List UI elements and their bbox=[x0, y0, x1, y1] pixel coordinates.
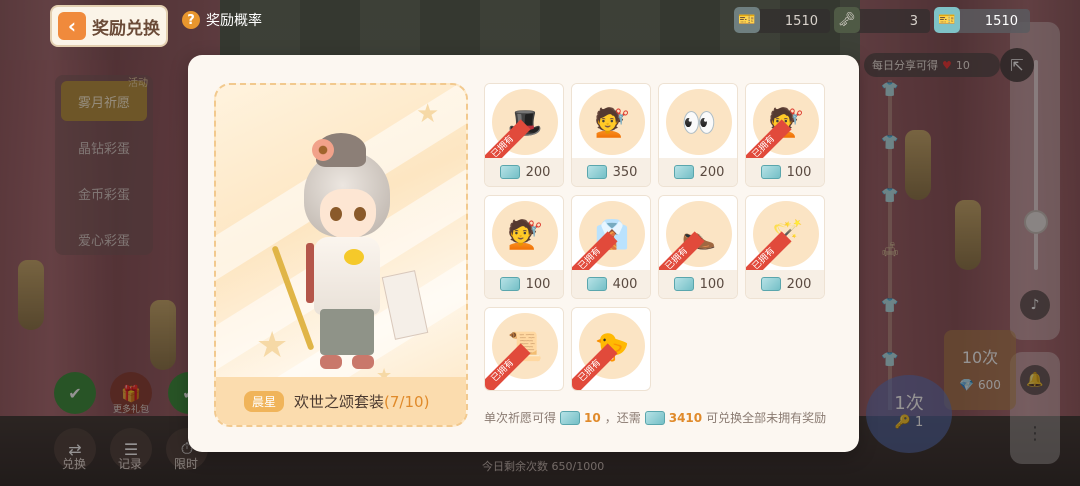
ticket-icon bbox=[760, 277, 781, 291]
resource-counter-tickets: 🎫 1510 bbox=[734, 7, 830, 33]
suit-progress: (7/10) bbox=[384, 392, 430, 411]
suit-tag: 晨星 bbox=[244, 390, 285, 412]
question-icon: ? bbox=[182, 11, 200, 29]
summary-mid: ，还需 bbox=[604, 411, 641, 425]
reward-card[interactable]: 🎩 已拥有 200 bbox=[484, 83, 564, 187]
shoe bbox=[320, 355, 342, 369]
resource-counter-vouchers: 🎫 1510 bbox=[934, 7, 1030, 33]
suit-showcase: ★ ★ ★ 晨星 欢世之颂套装(7/10) bbox=[214, 83, 468, 427]
resource-counter-keys: 🗝 3 bbox=[834, 7, 930, 33]
reward-card[interactable]: 🪄 已拥有 200 bbox=[745, 195, 825, 299]
reward-card[interactable]: 💇 100 bbox=[484, 195, 564, 299]
ticket-icon bbox=[499, 277, 520, 291]
hair-icon: 💇 bbox=[492, 201, 558, 267]
character-outfit bbox=[314, 237, 380, 315]
ticket-icon bbox=[760, 165, 781, 179]
reward-card[interactable]: 👔 已拥有 400 bbox=[571, 195, 651, 299]
ticket-icon bbox=[673, 277, 694, 291]
summary-count: 10 bbox=[584, 410, 601, 425]
reward-card[interactable]: 👞 已拥有 100 bbox=[658, 195, 738, 299]
reward-price: 100 bbox=[786, 164, 812, 180]
chevron-left-icon: ‹ bbox=[58, 12, 86, 40]
suit-name: 欢世之颂套装(7/10) bbox=[294, 391, 429, 412]
resource-value: 3 bbox=[909, 13, 918, 29]
reward-card[interactable]: 📜 已拥有 bbox=[484, 307, 564, 391]
summary-suffix: 可兑换全部未拥有奖励 bbox=[706, 411, 827, 425]
ticket-icon bbox=[673, 165, 694, 179]
suit-footer: 晨星 欢世之颂套装(7/10) bbox=[216, 377, 466, 425]
ticket-icon bbox=[644, 410, 665, 425]
bird-icon bbox=[344, 249, 364, 265]
shoe bbox=[352, 355, 374, 369]
key-icon: 🗝 bbox=[834, 7, 860, 33]
eyes-icon: 👀 bbox=[666, 89, 732, 155]
reward-exchange-modal: ★ ★ ★ 晨星 欢世之颂套装(7/10) 🎩 已拥有 200 💇 350 👀 … bbox=[188, 55, 859, 452]
ticket-icon bbox=[586, 165, 607, 179]
star-icon: ★ bbox=[416, 99, 440, 129]
summary-need: 3410 bbox=[668, 410, 703, 425]
hair-icon: 💇 bbox=[579, 89, 645, 155]
character-preview bbox=[271, 133, 429, 373]
reward-price: 100 bbox=[699, 276, 725, 292]
reward-price: 350 bbox=[612, 164, 638, 180]
reward-card[interactable]: 🐤 已拥有 bbox=[571, 307, 651, 391]
scroll-prop bbox=[381, 270, 429, 340]
ticket-icon bbox=[499, 165, 520, 179]
character-face bbox=[320, 189, 376, 239]
suit-name-text: 欢世之颂套装 bbox=[294, 392, 385, 411]
ticket-icon bbox=[586, 277, 607, 291]
ticket-icon: 🎫 bbox=[934, 7, 960, 33]
reward-price: 100 bbox=[525, 276, 551, 292]
resource-value: 1510 bbox=[784, 13, 818, 29]
ribbon bbox=[306, 243, 314, 303]
reward-card[interactable]: 💇 已拥有 100 bbox=[745, 83, 825, 187]
probability-link[interactable]: ? 奖励概率 bbox=[182, 10, 262, 30]
character-pants bbox=[320, 309, 374, 355]
summary-prefix: 单次祈愿可得 bbox=[484, 411, 557, 425]
reward-card[interactable]: 💇 350 bbox=[571, 83, 651, 187]
reward-card[interactable]: 👀 200 bbox=[658, 83, 738, 187]
reward-price: 200 bbox=[699, 164, 725, 180]
resource-value: 1510 bbox=[984, 13, 1018, 29]
reward-price: 200 bbox=[786, 276, 812, 292]
back-button-label: 奖励兑换 bbox=[92, 18, 160, 39]
ticket-icon bbox=[560, 410, 581, 425]
ticket-icon: 🎫 bbox=[734, 7, 760, 33]
exchange-summary: 单次祈愿可得 10 ，还需 3410 可兑换全部未拥有奖励 bbox=[484, 409, 826, 426]
flower-icon bbox=[312, 139, 334, 161]
back-button[interactable]: ‹ 奖励兑换 bbox=[50, 5, 168, 47]
eye bbox=[354, 207, 366, 221]
probability-label: 奖励概率 bbox=[206, 13, 262, 29]
reward-price: 200 bbox=[525, 164, 551, 180]
eye bbox=[330, 207, 342, 221]
reward-price: 400 bbox=[612, 276, 638, 292]
